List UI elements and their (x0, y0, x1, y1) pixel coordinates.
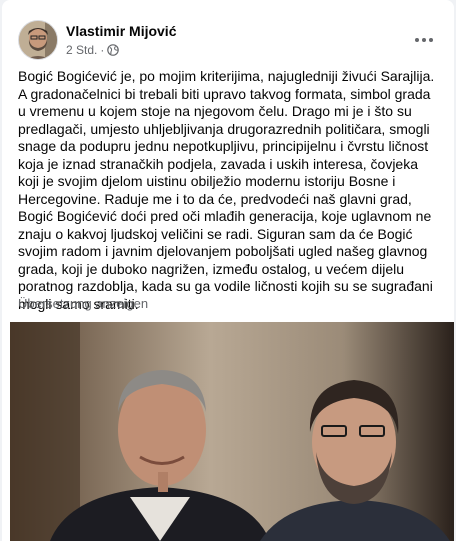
globe-icon[interactable] (107, 44, 120, 56)
more-options-icon[interactable] (412, 28, 436, 52)
author-name[interactable]: Vlastimir Mijović (66, 23, 176, 39)
author-avatar[interactable] (18, 20, 58, 60)
post-timestamp[interactable]: 2 Std. (66, 43, 97, 57)
post-card: Vlastimir Mijović 2 Std. · Bogić Bogićev… (2, 0, 454, 541)
post-header: Vlastimir Mijović 2 Std. · (18, 20, 442, 60)
post-text: Bogić Bogićević je, po mojim kriterijima… (18, 68, 435, 312)
post-meta: 2 Std. · (66, 43, 120, 57)
post-photo[interactable] (10, 322, 454, 541)
translate-link[interactable]: Übersetzung anzeigen (18, 296, 148, 311)
meta-separator: · (100, 43, 105, 57)
